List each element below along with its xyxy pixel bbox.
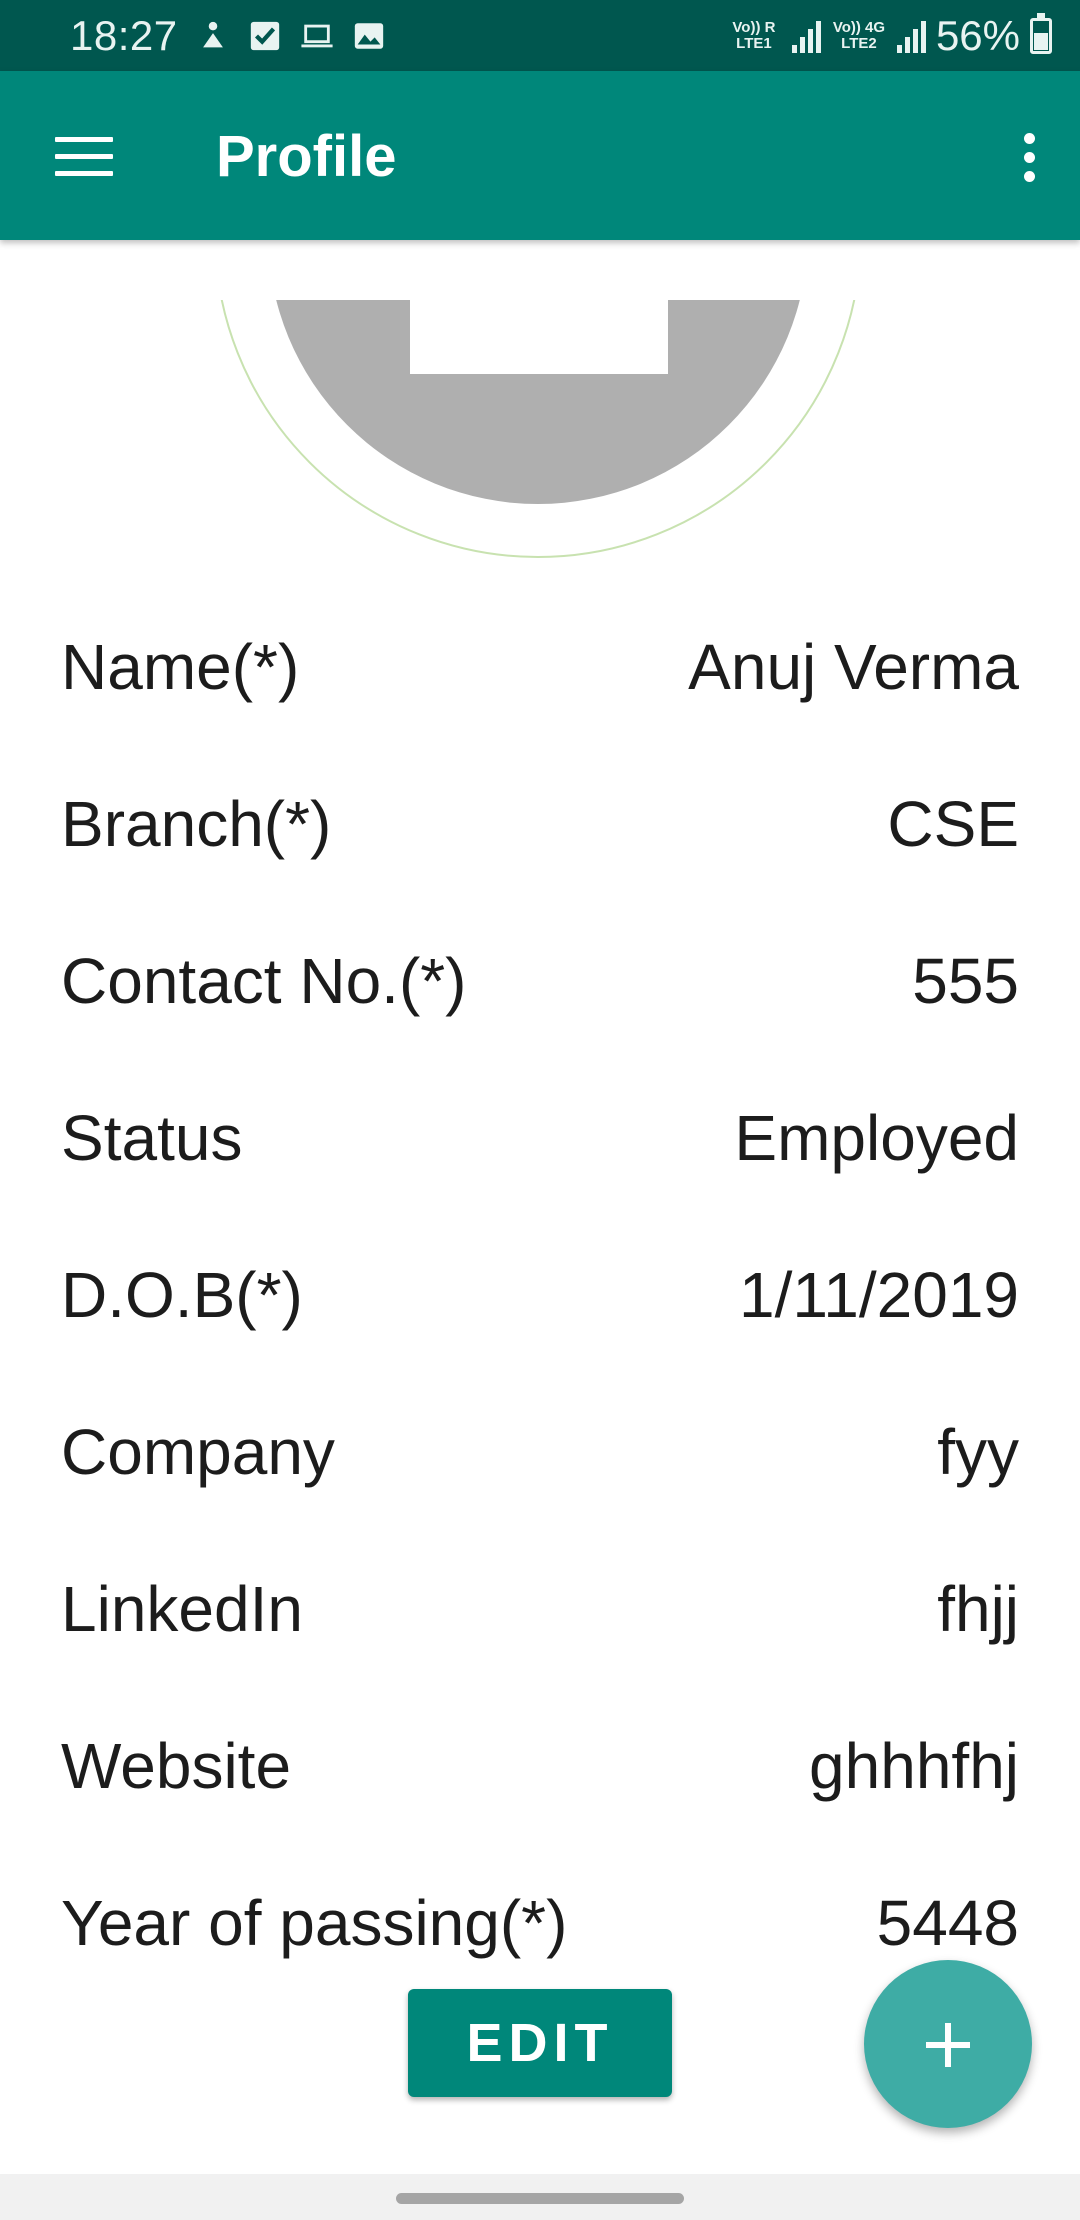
field-branch: Branch(*) CSE: [61, 745, 1019, 902]
field-label: Company: [61, 1415, 335, 1488]
sim2-label: Vo)) 4G LTE2: [832, 18, 886, 52]
sim1-indicator: Vo)) R LTE1: [726, 18, 782, 52]
status-time: 18:27: [70, 11, 178, 59]
field-value: 555: [912, 944, 1019, 1017]
field-label: Name(*): [61, 630, 300, 703]
field-value: Employed: [734, 1101, 1019, 1174]
field-contact: Contact No.(*) 555: [61, 902, 1019, 1059]
profile-avatar[interactable]: [0, 300, 1080, 560]
home-gesture-handle[interactable]: [396, 2193, 684, 2204]
field-name: Name(*) Anuj Verma: [61, 588, 1019, 745]
field-value: Anuj Verma: [688, 630, 1019, 703]
field-website: Website ghhhfhj: [61, 1687, 1019, 1844]
accessibility-icon: [202, 21, 223, 47]
status-bar: 18:27 Vo)) R LTE1 Vo)) 4G LTE2 56%: [0, 0, 1080, 71]
system-nav-bar: [0, 2174, 1080, 2220]
field-value: fhjj: [937, 1572, 1019, 1645]
field-status: Status Employed: [61, 1059, 1019, 1216]
battery-percent: 56%: [935, 11, 1020, 59]
hamburger-menu-icon[interactable]: [55, 137, 113, 177]
field-value: 1/11/2019: [739, 1258, 1019, 1331]
field-value: 5448: [876, 1886, 1019, 1959]
battery-icon: [1030, 12, 1052, 54]
avatar-shape: [410, 300, 668, 374]
field-label: Year of passing(*): [61, 1886, 568, 1959]
checkbox-icon: [250, 21, 279, 50]
add-fab-button[interactable]: [864, 1960, 1032, 2128]
image-icon: [354, 22, 383, 49]
field-label: Website: [61, 1729, 292, 1802]
sim2-indicator: Vo)) 4G LTE2: [831, 18, 887, 52]
plus-icon-vertical: [945, 2023, 951, 2067]
field-label: Branch(*): [61, 787, 332, 860]
field-linkedin: LinkedIn fhjj: [61, 1530, 1019, 1687]
field-year-of-passing: Year of passing(*) 5448: [61, 1844, 1019, 2001]
signal-icon-1: [791, 19, 821, 53]
edit-button[interactable]: EDIT: [408, 1989, 672, 2097]
app-bar: Profile: [0, 71, 1080, 240]
laptop-icon: [301, 24, 333, 47]
field-label: Contact No.(*): [61, 944, 467, 1017]
profile-details: Name(*) Anuj Verma Branch(*) CSE Contact…: [61, 588, 1019, 2001]
signal-icon-2: [896, 19, 926, 53]
field-company: Company fyy: [61, 1373, 1019, 1530]
field-value: fyy: [937, 1415, 1019, 1488]
field-label: LinkedIn: [61, 1572, 303, 1645]
field-label: Status: [61, 1101, 243, 1174]
sim1-label: Vo)) R LTE1: [732, 18, 776, 52]
field-value: CSE: [887, 787, 1019, 860]
more-vert-icon[interactable]: [1014, 133, 1044, 183]
field-dob: D.O.B(*) 1/11/2019: [61, 1216, 1019, 1373]
field-label: D.O.B(*): [61, 1258, 303, 1331]
field-value: ghhhfhj: [809, 1729, 1019, 1802]
page-title: Profile: [216, 124, 397, 189]
